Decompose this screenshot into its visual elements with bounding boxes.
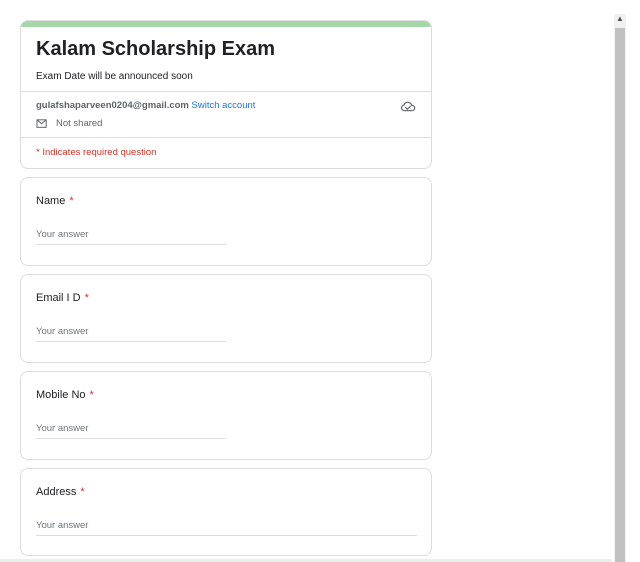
account-email: gulafshaparveen0204@gmail.com: [36, 100, 189, 111]
question-card-email: Email I D *: [20, 274, 432, 363]
form-title: Kalam Scholarship Exam: [36, 38, 275, 60]
not-shared-row: Not shared: [36, 118, 102, 129]
question-card-address: Address *: [20, 468, 432, 556]
divider: [21, 91, 431, 92]
question-label: Address *: [36, 486, 85, 498]
not-shared-label: Not shared: [56, 118, 103, 129]
required-note: * Indicates required question: [36, 147, 157, 158]
question-text: Address: [36, 486, 77, 498]
question-card-mobile: Mobile No *: [20, 371, 432, 460]
form-description: Exam Date will be announced soon: [36, 71, 193, 82]
required-star: *: [84, 292, 89, 304]
question-label: Name *: [36, 195, 74, 207]
email-input[interactable]: [36, 326, 226, 342]
scroll-thumb[interactable]: [615, 28, 625, 562]
account-row: gulafshaparveen0204@gmail.com Switch acc…: [36, 100, 255, 111]
form-header-card: Kalam Scholarship Exam Exam Date will be…: [20, 20, 432, 169]
question-text: Mobile No: [36, 389, 86, 401]
form-page: Kalam Scholarship Exam Exam Date will be…: [0, 0, 612, 562]
required-star: *: [89, 389, 94, 401]
question-label: Mobile No *: [36, 389, 94, 401]
question-label: Email I D *: [36, 292, 89, 304]
required-star: *: [80, 486, 85, 498]
switch-account-link[interactable]: Switch account: [192, 100, 256, 111]
address-input[interactable]: [36, 520, 417, 536]
question-card-name: Name *: [20, 177, 432, 266]
divider: [21, 137, 431, 138]
theme-accent-bar: [21, 21, 431, 27]
mail-icon: [36, 118, 47, 128]
question-text: Email I D: [36, 292, 81, 304]
question-text: Name: [36, 195, 66, 207]
vertical-scrollbar[interactable]: ▲: [614, 14, 626, 562]
required-star: *: [69, 195, 74, 207]
scroll-up-icon[interactable]: ▲: [616, 14, 624, 23]
name-input[interactable]: [36, 229, 226, 245]
cloud-icon[interactable]: [400, 100, 416, 112]
mobile-input[interactable]: [36, 423, 226, 439]
